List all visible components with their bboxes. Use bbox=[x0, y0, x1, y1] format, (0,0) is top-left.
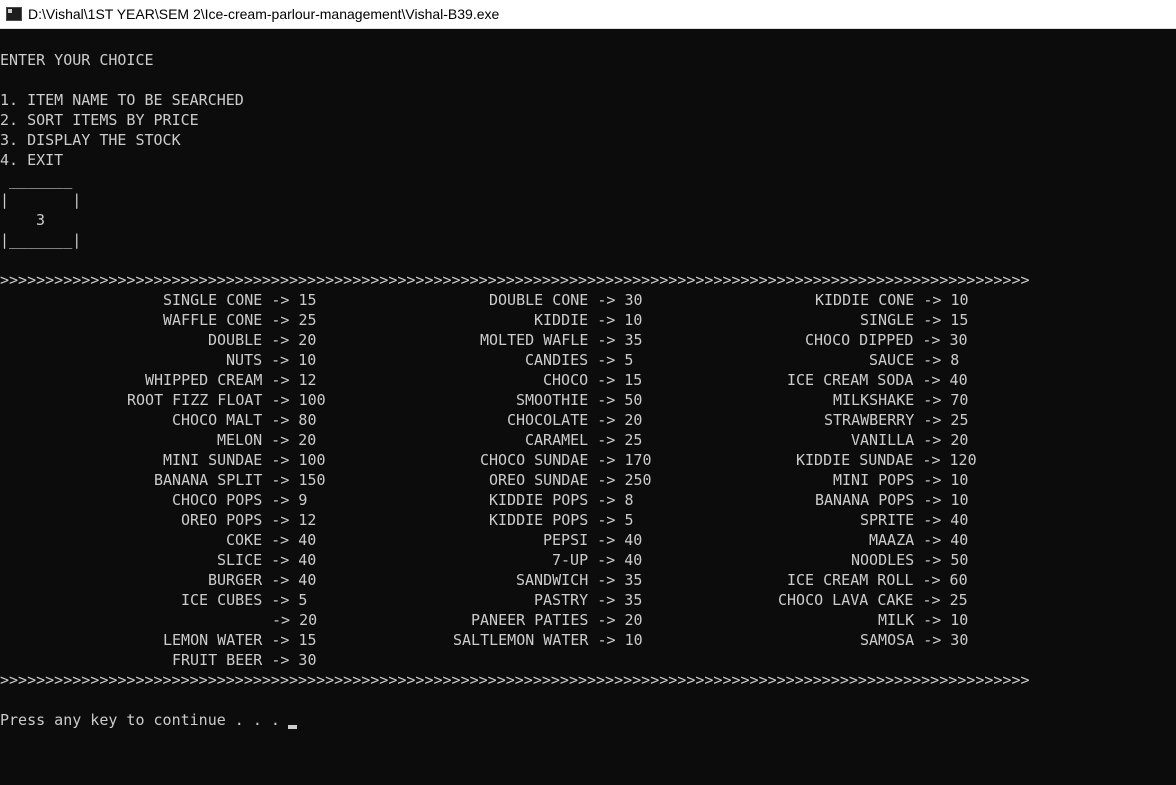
stock-item: NOODLES -> 50 bbox=[851, 551, 969, 569]
stock-item: CHOCO MALT -> 80 bbox=[172, 411, 317, 429]
stock-item: SINGLE CONE -> 15 bbox=[163, 291, 317, 309]
stock-item: BANANA POPS -> 10 bbox=[815, 491, 969, 509]
stock-item: PANEER PATIES -> 20 bbox=[471, 611, 643, 629]
stock-item: CHOCO LAVA CAKE -> 25 bbox=[778, 591, 968, 609]
menu-option-exit: 4. EXIT bbox=[0, 151, 64, 169]
stock-item: CHOCOLATE -> 20 bbox=[507, 411, 643, 429]
stock-item: -> 20 bbox=[272, 611, 318, 629]
separator-top: >>>>>>>>>>>>>>>>>>>>>>>>>>>>>>>>>>>>>>>>… bbox=[0, 271, 1030, 289]
stock-item: CARAMEL -> 25 bbox=[525, 431, 643, 449]
choice-box-value: 3 bbox=[36, 211, 46, 229]
stock-item: CANDIES -> 5 bbox=[525, 351, 634, 369]
stock-item: PASTRY -> 35 bbox=[534, 591, 643, 609]
stock-item: WHIPPED CREAM -> 12 bbox=[145, 371, 317, 389]
stock-item: KIDDIE POPS -> 5 bbox=[489, 511, 634, 529]
stock-item: OREO POPS -> 12 bbox=[181, 511, 317, 529]
console-output[interactable]: ENTER YOUR CHOICE 1. ITEM NAME TO BE SEA… bbox=[0, 29, 1176, 785]
stock-item: WAFFLE CONE -> 25 bbox=[163, 311, 317, 329]
stock-item: MINI POPS -> 10 bbox=[833, 471, 969, 489]
stock-item: DOUBLE -> 20 bbox=[208, 331, 317, 349]
stock-item: CHOCO DIPPED -> 30 bbox=[805, 331, 968, 349]
stock-item: KIDDIE POPS -> 8 bbox=[489, 491, 634, 509]
continue-prompt: Press any key to continue . . . bbox=[0, 711, 289, 729]
menu-prompt: ENTER YOUR CHOICE bbox=[0, 51, 154, 69]
stock-item: CHOCO SUNDAE -> 170 bbox=[480, 451, 652, 469]
stock-item: BURGER -> 40 bbox=[208, 571, 317, 589]
stock-item: PEPSI -> 40 bbox=[543, 531, 643, 549]
stock-item: CHOCO POPS -> 9 bbox=[172, 491, 308, 509]
stock-item: ICE CREAM SODA -> 40 bbox=[787, 371, 968, 389]
stock-item: BANANA SPLIT -> 150 bbox=[154, 471, 326, 489]
stock-item: ICE CREAM ROLL -> 60 bbox=[787, 571, 968, 589]
stock-item: SLICE -> 40 bbox=[217, 551, 317, 569]
menu-option-display: 3. DISPLAY THE STOCK bbox=[0, 131, 181, 149]
menu-option-search: 1. ITEM NAME TO BE SEARCHED bbox=[0, 91, 244, 109]
stock-item: MOLTED WAFLE -> 35 bbox=[480, 331, 643, 349]
stock-item: SANDWICH -> 35 bbox=[516, 571, 643, 589]
window-title: D:\Vishal\1ST YEAR\SEM 2\Ice-cream-parlo… bbox=[28, 6, 500, 22]
stock-item: VANILLA -> 20 bbox=[851, 431, 969, 449]
choice-box-side: | | bbox=[0, 191, 82, 209]
stock-item: MELON -> 20 bbox=[217, 431, 317, 449]
stock-item: OREO SUNDAE -> 250 bbox=[489, 471, 652, 489]
stock-item: DOUBLE CONE -> 30 bbox=[489, 291, 643, 309]
stock-item: MILK -> 10 bbox=[878, 611, 969, 629]
stock-item: LEMON WATER -> 15 bbox=[163, 631, 317, 649]
stock-item: ROOT FIZZ FLOAT -> 100 bbox=[127, 391, 326, 409]
stock-item: COKE -> 40 bbox=[226, 531, 317, 549]
stock-item: SMOOTHIE -> 50 bbox=[516, 391, 643, 409]
stock-item: SALTLEMON WATER -> 10 bbox=[453, 631, 643, 649]
stock-item: KIDDIE SUNDAE -> 120 bbox=[796, 451, 977, 469]
stock-item: KIDDIE -> 10 bbox=[534, 311, 643, 329]
window-title-bar[interactable]: D:\Vishal\1ST YEAR\SEM 2\Ice-cream-parlo… bbox=[0, 0, 1176, 29]
stock-item: KIDDIE CONE -> 10 bbox=[815, 291, 969, 309]
choice-box-top: _______ bbox=[0, 171, 73, 189]
separator-bottom: >>>>>>>>>>>>>>>>>>>>>>>>>>>>>>>>>>>>>>>>… bbox=[0, 671, 1030, 689]
stock-item: MINI SUNDAE -> 100 bbox=[163, 451, 326, 469]
stock-item: NUTS -> 10 bbox=[226, 351, 317, 369]
stock-item: SAMOSA -> 30 bbox=[860, 631, 969, 649]
stock-item: STRAWBERRY -> 25 bbox=[824, 411, 969, 429]
stock-item: SINGLE -> 15 bbox=[860, 311, 969, 329]
console-app-icon bbox=[6, 7, 22, 21]
menu-option-sort: 2. SORT ITEMS BY PRICE bbox=[0, 111, 199, 129]
text-cursor bbox=[288, 725, 297, 729]
stock-item: SAUCE -> 8 bbox=[869, 351, 960, 369]
stock-item: CHOCO -> 15 bbox=[543, 371, 643, 389]
stock-item: MILKSHAKE -> 70 bbox=[833, 391, 969, 409]
stock-item: 7-UP -> 40 bbox=[552, 551, 643, 569]
stock-item: MAAZA -> 40 bbox=[869, 531, 969, 549]
stock-item: SPRITE -> 40 bbox=[860, 511, 969, 529]
choice-box-bottom: |_______| bbox=[0, 231, 82, 249]
stock-item: FRUIT BEER -> 30 bbox=[172, 651, 317, 669]
stock-item: ICE CUBES -> 5 bbox=[181, 591, 308, 609]
